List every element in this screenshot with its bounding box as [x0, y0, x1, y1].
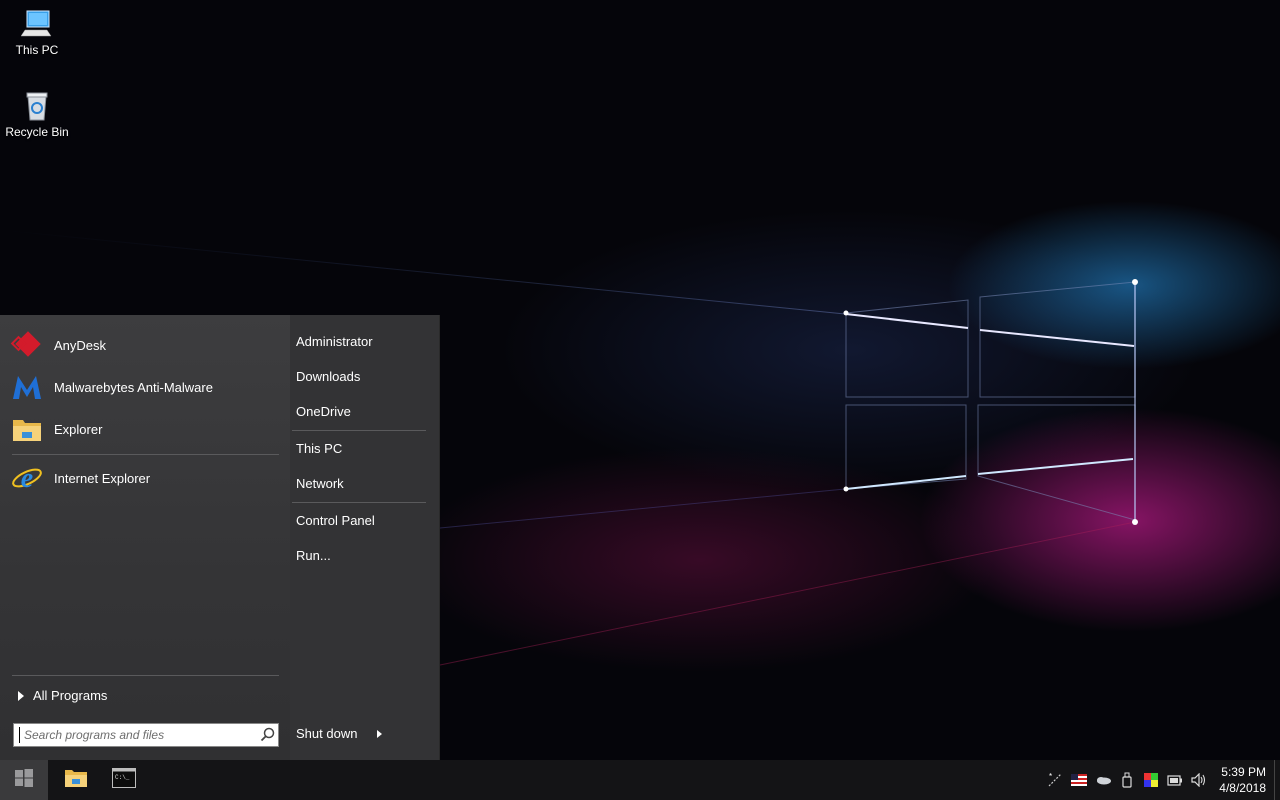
places-separator [292, 430, 426, 431]
place-this-pc[interactable]: This PC [296, 441, 342, 456]
start-menu-places-pane: Administrator Downloads OneDrive This PC… [290, 315, 439, 760]
desktop-icon-recycle-bin[interactable]: Recycle Bin [0, 90, 74, 139]
terminal-icon: C:\_ [112, 767, 136, 793]
places-separator [292, 502, 426, 503]
search-input[interactable] [24, 726, 258, 744]
svg-text:*: * [1049, 772, 1052, 781]
desktop-icon-label: This PC [15, 43, 59, 57]
program-anydesk[interactable]: AnyDesk [10, 326, 278, 364]
program-label: AnyDesk [54, 337, 107, 353]
language-flag-icon[interactable] [1071, 772, 1087, 788]
computer-icon [20, 8, 53, 40]
program-label: Malwarebytes Anti-Malware [54, 379, 213, 395]
shutdown-options-arrow-icon[interactable] [377, 729, 383, 738]
folder-icon [64, 767, 88, 794]
recycle-bin-icon [21, 90, 53, 122]
program-label: Internet Explorer [54, 470, 151, 486]
onedrive-icon[interactable] [1095, 772, 1111, 788]
place-run[interactable]: Run... [296, 548, 331, 563]
search-icon[interactable] [258, 725, 278, 745]
place-onedrive[interactable]: OneDrive [296, 404, 351, 419]
programs-separator [12, 454, 279, 455]
program-internet-explorer[interactable]: e Internet Explorer [10, 459, 278, 497]
network-activity-icon[interactable]: * [1047, 772, 1063, 788]
shutdown-label: Shut down [296, 726, 358, 741]
place-network[interactable]: Network [296, 476, 344, 491]
text-caret [19, 727, 20, 743]
folder-icon [10, 412, 44, 446]
all-programs-label: All Programs [33, 688, 108, 703]
clock-time: 5:39 PM [1221, 765, 1266, 779]
clock[interactable]: 5:39 PM 4/8/2018 [1219, 764, 1266, 796]
svg-text:e: e [21, 463, 33, 494]
all-programs-separator [12, 675, 279, 676]
taskbar: C:\_ * 5:39 PM 4/8/2018 [0, 760, 1280, 800]
anydesk-icon [10, 328, 44, 362]
windows-logo-icon [15, 768, 33, 792]
show-desktop-button[interactable] [1274, 760, 1280, 800]
search-box[interactable] [13, 723, 279, 747]
place-administrator[interactable]: Administrator [296, 334, 373, 349]
desktop-icon-this-pc[interactable]: This PC [0, 8, 74, 57]
start-menu: AnyDesk Malwarebytes Anti-Malware Explor… [0, 315, 440, 760]
program-label: Explorer [54, 421, 103, 437]
usb-device-icon[interactable] [1119, 772, 1135, 788]
shutdown-button[interactable]: Shut down [296, 726, 383, 741]
program-explorer[interactable]: Explorer [10, 410, 278, 448]
clock-date: 4/8/2018 [1219, 781, 1266, 795]
start-button[interactable] [0, 760, 48, 800]
taskbar-command-prompt[interactable]: C:\_ [100, 760, 148, 800]
svg-text:C:\_: C:\_ [115, 774, 130, 781]
all-programs-button[interactable]: All Programs [18, 688, 107, 703]
malwarebytes-icon [10, 370, 44, 404]
start-menu-programs-pane: AnyDesk Malwarebytes Anti-Malware Explor… [0, 315, 290, 760]
battery-icon[interactable] [1167, 772, 1183, 788]
program-malwarebytes[interactable]: Malwarebytes Anti-Malware [10, 368, 278, 406]
taskbar-file-explorer[interactable] [52, 760, 100, 800]
desktop-icon-label: Recycle Bin [5, 125, 69, 139]
color-icon[interactable] [1143, 772, 1159, 788]
volume-icon[interactable] [1191, 772, 1207, 788]
place-control-panel[interactable]: Control Panel [296, 513, 375, 528]
triangle-right-icon [18, 690, 24, 701]
internet-explorer-icon: e [10, 461, 44, 495]
place-downloads[interactable]: Downloads [296, 369, 360, 384]
